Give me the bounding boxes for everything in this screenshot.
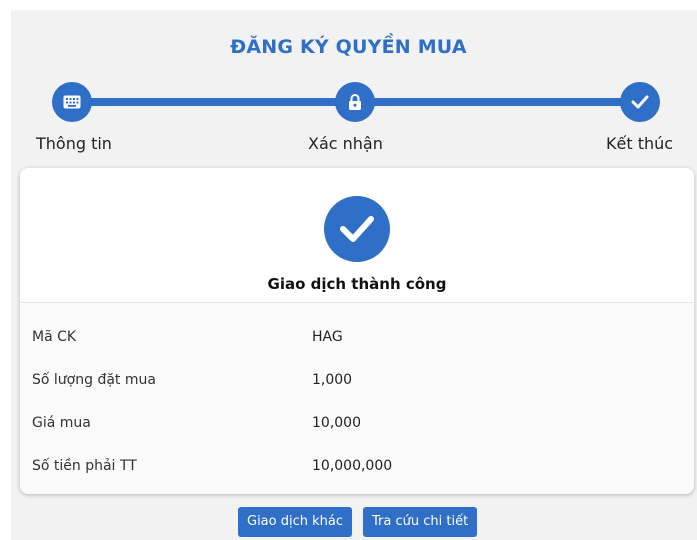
page-title: ĐĂNG KÝ QUYỀN MUA — [230, 36, 467, 58]
result-card: Giao dịch thành công Mã CK HAG Số lượng … — [20, 168, 694, 494]
step-info — [52, 82, 92, 122]
step-label-info: Thông tin — [36, 134, 112, 153]
detail-label-price: Giá mua — [32, 415, 91, 431]
step-confirm — [335, 82, 375, 122]
detail-value-symbol: HAG — [312, 329, 343, 345]
check-icon — [631, 95, 649, 109]
detail-label-quantity: Số lượng đặt mua — [32, 372, 156, 388]
step-finish — [620, 82, 660, 122]
detail-value-total: 10,000,000 — [312, 458, 393, 474]
view-details-button[interactable]: Tra cứu chi tiết — [363, 507, 478, 537]
success-message: Giao dịch thành công — [267, 275, 447, 293]
result-header: Giao dịch thành công — [20, 168, 694, 303]
check-circle-icon — [324, 196, 390, 262]
step-label-confirm: Xác nhận — [308, 134, 383, 153]
step-label-finish: Kết thúc — [606, 134, 674, 153]
keyboard-icon — [63, 95, 81, 109]
detail-value-quantity: 1,000 — [312, 372, 353, 388]
detail-label-symbol: Mã CK — [32, 329, 77, 345]
lock-icon — [349, 94, 361, 110]
other-transaction-button[interactable]: Giao dịch khác — [238, 507, 353, 537]
detail-label-total: Số tiền phải TT — [32, 458, 137, 474]
detail-value-price: 10,000 — [312, 415, 361, 431]
